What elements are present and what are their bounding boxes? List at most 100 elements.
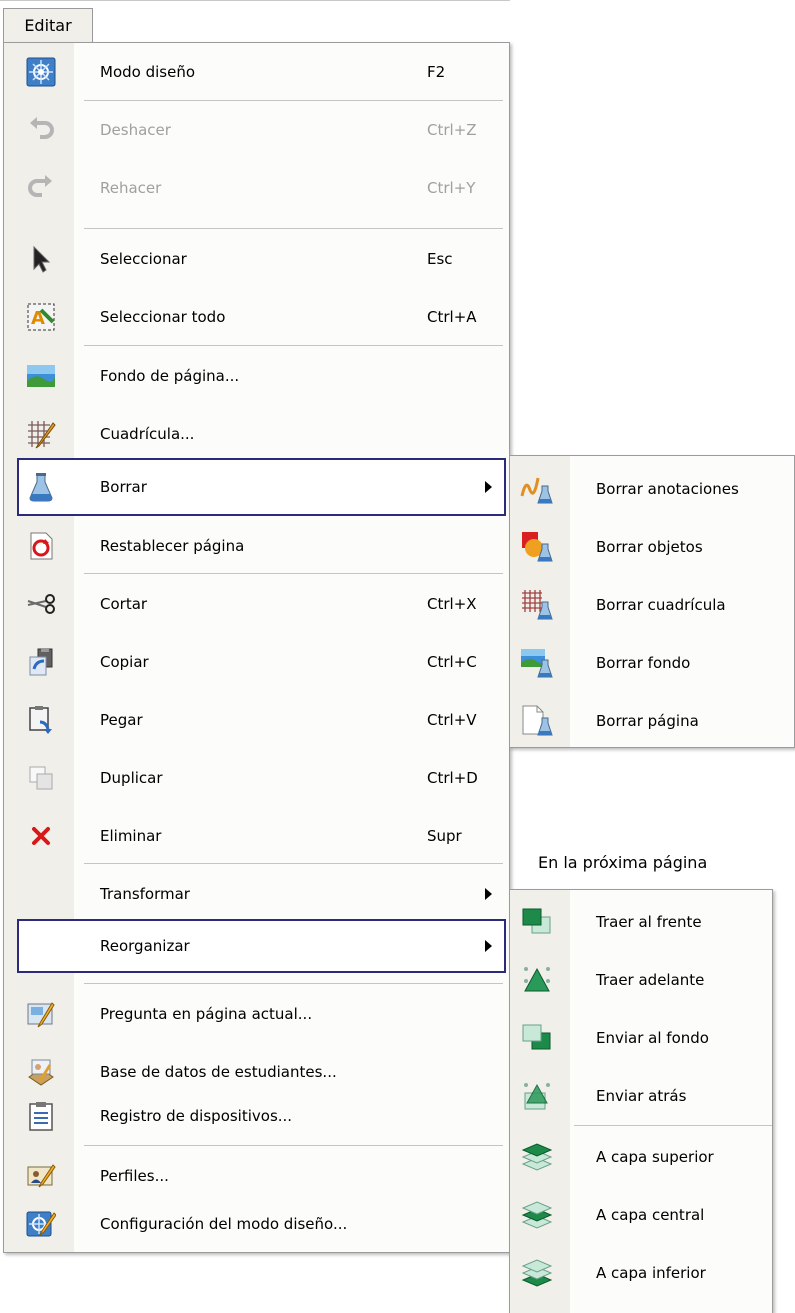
menu-item-label: Duplicar bbox=[100, 769, 163, 787]
submenu-item-borrar-objetos[interactable]: Borrar objetos bbox=[510, 518, 794, 576]
menu-item-label: Transformar bbox=[100, 885, 190, 903]
pointer-icon bbox=[24, 242, 58, 276]
menu-item-transformar[interactable]: Transformar bbox=[4, 865, 509, 923]
menu-item-pegar[interactable]: Pegar Ctrl+V bbox=[4, 691, 509, 749]
clear-annotations-icon bbox=[520, 472, 554, 506]
shortcut-label: F2 bbox=[427, 63, 446, 81]
redo-icon bbox=[24, 171, 58, 205]
menu-item-deshacer[interactable]: Deshacer Ctrl+Z bbox=[4, 101, 509, 159]
middle-layer-icon bbox=[520, 1198, 554, 1232]
menu-item-label: Reorganizar bbox=[100, 937, 190, 955]
menu-item-label: Seleccionar bbox=[100, 250, 187, 268]
submenu-item-label: Borrar fondo bbox=[596, 654, 691, 672]
menu-item-reorganizar[interactable]: Reorganizar bbox=[17, 919, 506, 973]
submenu-item-label: Borrar objetos bbox=[596, 538, 703, 556]
design-mode-icon bbox=[24, 55, 58, 89]
menu-item-label: Rehacer bbox=[100, 179, 162, 197]
clear-page-icon bbox=[520, 704, 554, 738]
menu-item-label: Cuadrícula... bbox=[100, 425, 195, 443]
submenu-item-a-capa-inferior[interactable]: A capa inferior bbox=[510, 1244, 772, 1302]
scissors-icon bbox=[24, 587, 58, 621]
reset-page-icon bbox=[24, 529, 58, 563]
menu-item-cuadricula[interactable]: Cuadrícula... bbox=[4, 405, 509, 463]
menu-item-registro-dispositivos[interactable]: Registro de dispositivos... bbox=[4, 1087, 509, 1145]
clear-objects-icon bbox=[520, 530, 554, 564]
shortcut-label: Ctrl+X bbox=[427, 595, 477, 613]
clear-icon bbox=[24, 470, 58, 504]
shortcut-label: Ctrl+C bbox=[427, 653, 477, 671]
submenu-item-enviar-atras[interactable]: Enviar atrás bbox=[510, 1067, 772, 1125]
submenu-item-label: Borrar anotaciones bbox=[596, 480, 739, 498]
undo-icon bbox=[24, 113, 58, 147]
menu-item-fondo-de-pagina[interactable]: Fondo de página... bbox=[4, 347, 509, 405]
shortcut-label: Ctrl+Y bbox=[427, 179, 476, 197]
menu-editar-label: Editar bbox=[24, 16, 72, 35]
submenu-item-label: A capa inferior bbox=[596, 1264, 706, 1282]
submenu-item-borrar-fondo[interactable]: Borrar fondo bbox=[510, 634, 794, 692]
next-page-note: En la próxima página bbox=[538, 853, 708, 872]
submenu-item-label: Enviar al fondo bbox=[596, 1029, 709, 1047]
menu-item-duplicar[interactable]: Duplicar Ctrl+D bbox=[4, 749, 509, 807]
device-registry-icon bbox=[24, 1099, 58, 1133]
menu-item-cortar[interactable]: Cortar Ctrl+X bbox=[4, 575, 509, 633]
menu-bar-border bbox=[0, 0, 510, 1]
submenu-item-borrar-pagina[interactable]: Borrar página bbox=[510, 692, 794, 747]
submenu-item-a-capa-superior[interactable]: A capa superior bbox=[510, 1128, 772, 1186]
bring-to-front-icon bbox=[520, 905, 554, 939]
submenu-item-label: Borrar cuadrícula bbox=[596, 596, 726, 614]
menu-item-configuracion-modo-diseno[interactable]: Configuración del modo diseño... bbox=[4, 1195, 509, 1252]
menu-item-restablecer-pagina[interactable]: Restablecer página bbox=[4, 517, 509, 575]
menu-item-label: Configuración del modo diseño... bbox=[100, 1215, 348, 1233]
editar-menu: Modo diseño F2 Deshacer Ctrl+Z Rehacer C… bbox=[3, 42, 510, 1253]
submenu-item-label: A capa central bbox=[596, 1206, 705, 1224]
submenu-item-label: Borrar página bbox=[596, 712, 699, 730]
clear-background-icon bbox=[520, 646, 554, 680]
menu-item-label: Eliminar bbox=[100, 827, 162, 845]
menu-item-label: Borrar bbox=[100, 478, 147, 496]
separator bbox=[84, 1145, 503, 1146]
menu-bar: Editar bbox=[0, 0, 510, 42]
separator bbox=[574, 1125, 772, 1126]
copy-icon bbox=[24, 645, 58, 679]
submenu-item-a-capa-central[interactable]: A capa central bbox=[510, 1186, 772, 1244]
menu-item-rehacer[interactable]: Rehacer Ctrl+Y bbox=[4, 159, 509, 217]
submenu-item-borrar-cuadricula[interactable]: Borrar cuadrícula bbox=[510, 576, 794, 634]
bottom-layer-icon bbox=[520, 1256, 554, 1290]
shortcut-label: Esc bbox=[427, 250, 453, 268]
menu-item-pregunta[interactable]: Pregunta en página actual... bbox=[4, 985, 509, 1043]
menu-item-label: Fondo de página... bbox=[100, 367, 240, 385]
submenu-item-enviar-al-fondo[interactable]: Enviar al fondo bbox=[510, 1009, 772, 1067]
menu-item-borrar[interactable]: Borrar bbox=[17, 458, 506, 516]
separator bbox=[84, 983, 503, 984]
shortcut-label: Ctrl+V bbox=[427, 711, 477, 729]
submenu-item-traer-adelante[interactable]: Traer adelante bbox=[510, 951, 772, 1009]
menu-item-eliminar[interactable]: Eliminar Supr bbox=[4, 807, 509, 865]
student-database-icon bbox=[24, 1055, 58, 1089]
submenu-item-traer-al-frente[interactable]: Traer al frente bbox=[510, 893, 772, 951]
design-mode-settings-icon bbox=[24, 1207, 58, 1241]
submenu-item-label: Enviar atrás bbox=[596, 1087, 687, 1105]
menu-item-label: Registro de dispositivos... bbox=[100, 1107, 293, 1125]
menu-editar[interactable]: Editar bbox=[3, 8, 93, 42]
menu-item-seleccionar-todo[interactable]: A Seleccionar todo Ctrl+A bbox=[4, 288, 509, 346]
submenu-item-label: Traer adelante bbox=[596, 971, 705, 989]
shortcut-label: Supr bbox=[427, 827, 462, 845]
top-layer-icon bbox=[520, 1140, 554, 1174]
menu-item-label: Deshacer bbox=[100, 121, 171, 139]
menu-item-copiar[interactable]: Copiar Ctrl+C bbox=[4, 633, 509, 691]
delete-icon bbox=[24, 819, 58, 853]
profiles-icon bbox=[24, 1159, 58, 1193]
submenu-item-borrar-anotaciones[interactable]: Borrar anotaciones bbox=[510, 460, 794, 518]
send-backward-icon bbox=[520, 1079, 554, 1113]
select-all-icon: A bbox=[24, 300, 58, 334]
question-icon bbox=[24, 997, 58, 1031]
menu-item-label: Cortar bbox=[100, 595, 148, 613]
shortcut-label: Ctrl+Z bbox=[427, 121, 477, 139]
menu-item-label: Pegar bbox=[100, 711, 143, 729]
grid-icon bbox=[24, 417, 58, 451]
menu-item-modo-diseno[interactable]: Modo diseño F2 bbox=[4, 43, 509, 101]
menu-item-label: Copiar bbox=[100, 653, 149, 671]
menu-item-seleccionar[interactable]: Seleccionar Esc bbox=[4, 230, 509, 288]
paste-icon bbox=[24, 703, 58, 737]
bring-forward-icon bbox=[520, 963, 554, 997]
